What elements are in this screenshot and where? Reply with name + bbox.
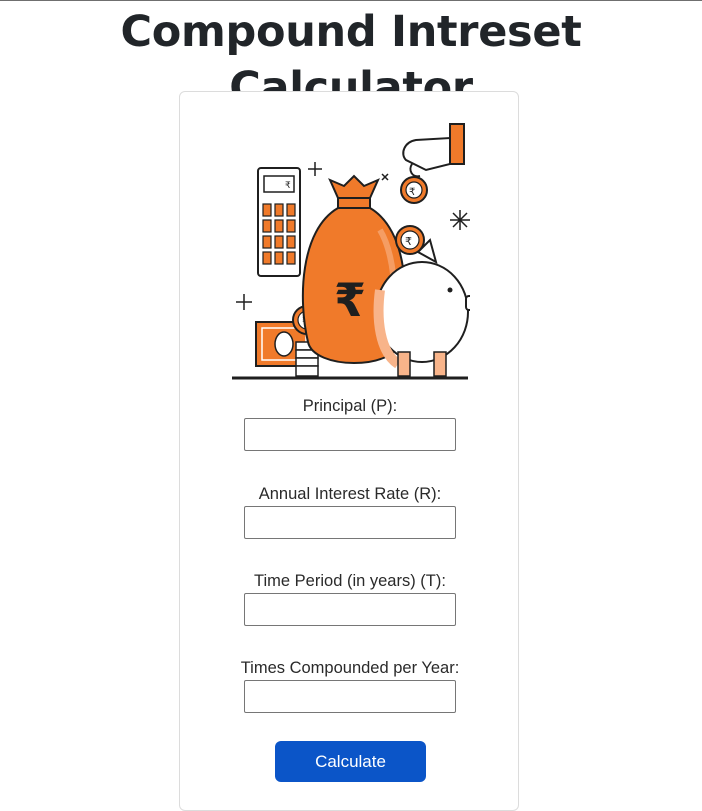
time-period-input[interactable] bbox=[244, 593, 456, 626]
principal-label: Principal (P): bbox=[302, 397, 398, 415]
compounding-frequency-input[interactable] bbox=[244, 680, 456, 713]
rupee-coin-icon: ₹ bbox=[400, 176, 428, 204]
top-divider bbox=[0, 0, 702, 1]
time-period-label: Time Period (in years) (T): bbox=[254, 572, 446, 590]
svg-text:₹: ₹ bbox=[334, 273, 366, 327]
hand-icon bbox=[402, 123, 465, 178]
compounding-frequency-label: Times Compounded per Year: bbox=[240, 659, 460, 677]
principal-input[interactable] bbox=[244, 418, 456, 451]
svg-text:₹: ₹ bbox=[285, 181, 291, 191]
calculate-button[interactable]: Calculate bbox=[275, 741, 426, 782]
svg-text:₹: ₹ bbox=[405, 235, 412, 248]
savings-illustration: ₹ ₹ ₹ ₹ bbox=[232, 123, 470, 380]
rupee-coin-icon: ₹ bbox=[395, 225, 425, 255]
interest-rate-label: Annual Interest Rate (R): bbox=[258, 485, 442, 503]
svg-text:₹: ₹ bbox=[409, 187, 415, 198]
calculator-card: ₹ ₹ ₹ ₹ Principal (P): Annual Interest R… bbox=[179, 91, 519, 811]
interest-rate-input[interactable] bbox=[244, 506, 456, 539]
calculator-icon: ₹ bbox=[257, 167, 301, 277]
